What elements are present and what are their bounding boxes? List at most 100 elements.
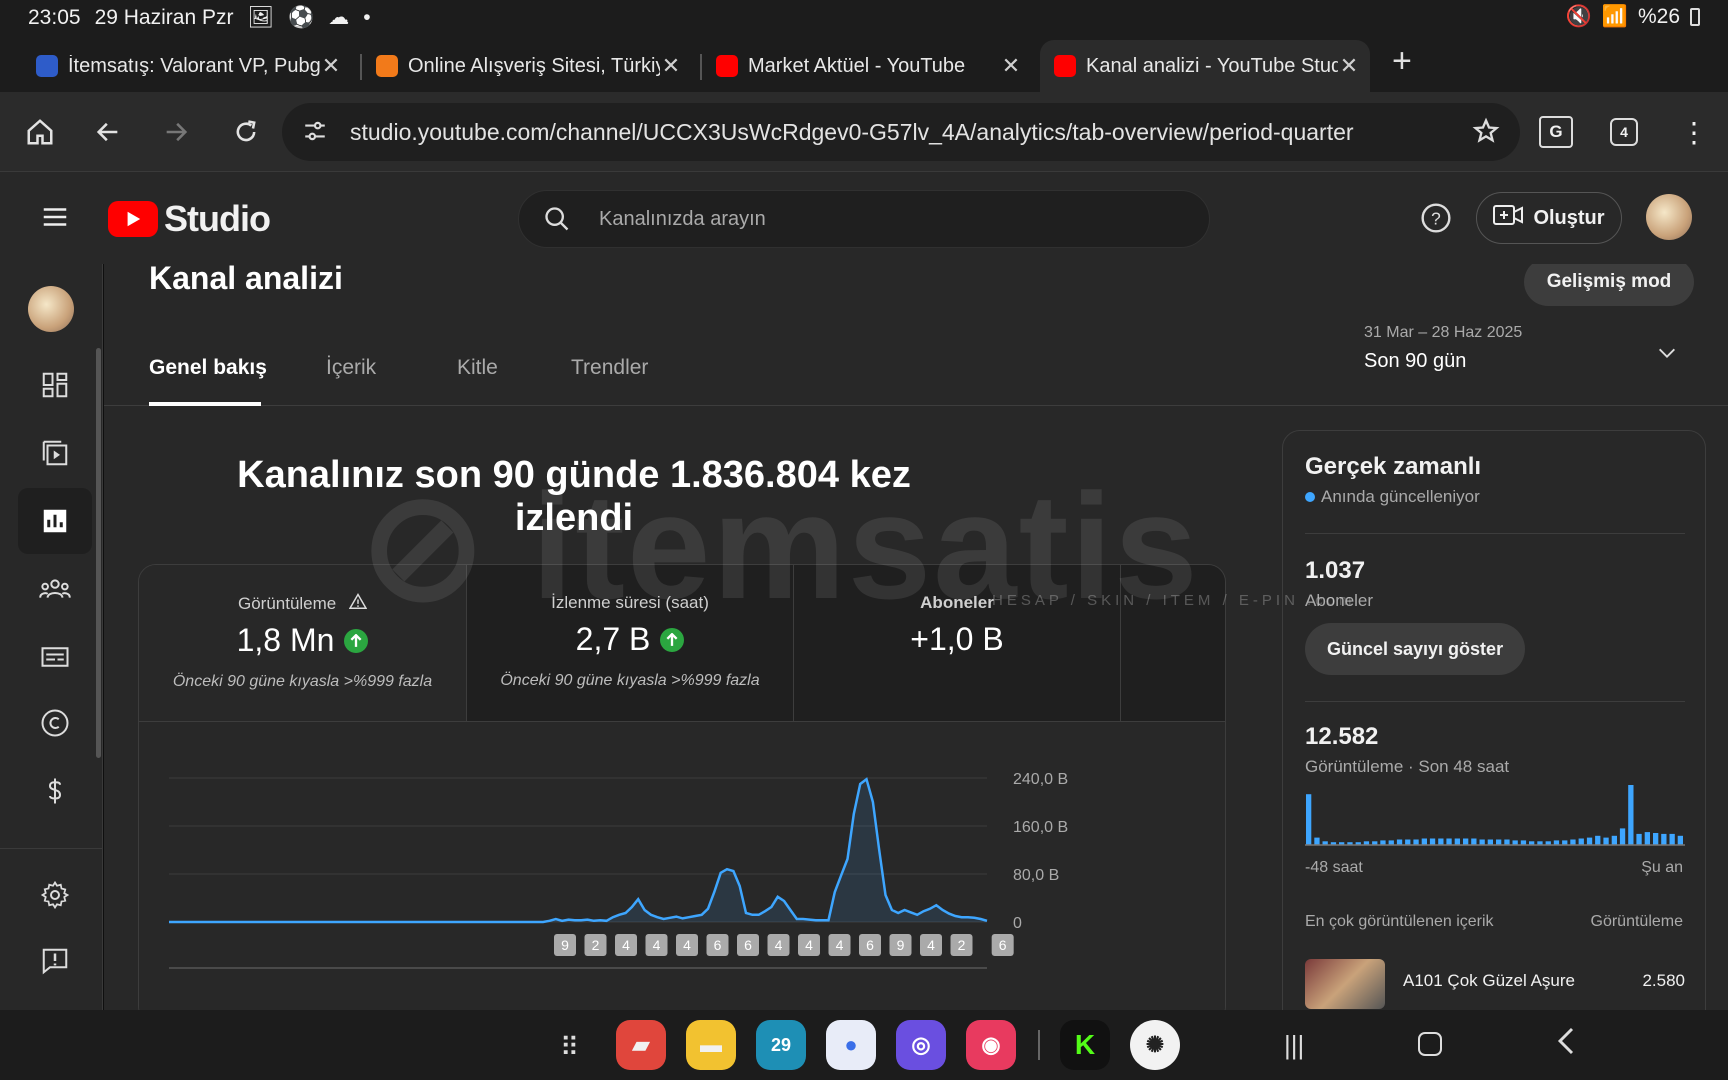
realtime-bar[interactable] — [1413, 839, 1419, 846]
home-nav-icon[interactable] — [1418, 1032, 1442, 1056]
realtime-bar[interactable] — [1479, 839, 1485, 846]
notes-app-icon[interactable]: ▰ — [616, 1020, 666, 1070]
upload-marker[interactable]: 6 — [991, 934, 1014, 956]
new-tab-plus-icon[interactable]: + — [1392, 42, 1412, 81]
back-nav-icon[interactable] — [1554, 1026, 1578, 1061]
upload-marker[interactable]: 4 — [676, 934, 698, 956]
account-avatar[interactable] — [1646, 194, 1692, 240]
realtime-bar[interactable] — [1661, 833, 1667, 845]
app-drawer-icon[interactable]: ⠿ — [560, 1032, 579, 1063]
upload-marker[interactable]: 4 — [828, 934, 851, 956]
realtime-bar[interactable] — [1595, 835, 1601, 845]
metric-subscribers[interactable]: Aboneler +1,0 B — [793, 565, 1120, 721]
realtime-bar[interactable] — [1421, 838, 1427, 846]
home-icon[interactable] — [20, 112, 60, 152]
upload-marker[interactable]: 6 — [706, 934, 729, 956]
upload-marker[interactable]: 4 — [767, 934, 790, 956]
realtime-bar[interactable] — [1471, 838, 1477, 846]
create-button[interactable]: Oluştur — [1476, 192, 1622, 244]
realtime-bar[interactable] — [1454, 838, 1460, 846]
content-icon[interactable] — [18, 420, 92, 486]
upload-marker[interactable]: 4 — [615, 934, 637, 956]
browser-tab[interactable]: Market Aktüel - YouTube ✕ — [702, 40, 1032, 92]
help-icon[interactable]: ? — [1420, 202, 1452, 239]
realtime-bar[interactable] — [1628, 785, 1634, 845]
camera-app-icon[interactable]: ◉ — [966, 1020, 1016, 1070]
upload-marker[interactable]: 6 — [737, 934, 759, 956]
forward-arrow-icon[interactable] — [156, 112, 196, 152]
close-tab-icon[interactable]: ✕ — [660, 53, 682, 79]
subtitles-icon[interactable] — [18, 624, 92, 690]
site-settings-icon[interactable] — [302, 118, 328, 149]
reload-icon[interactable] — [226, 112, 266, 152]
realtime-bar[interactable] — [1306, 794, 1312, 845]
chatgpt-app-icon[interactable]: ✺ — [1130, 1020, 1180, 1070]
realtime-bar[interactable] — [1314, 837, 1320, 845]
sidebar-scrollbar[interactable] — [96, 348, 101, 758]
hamburger-menu-icon[interactable] — [40, 202, 70, 237]
show-live-count-button[interactable]: Güncel sayıyı göster — [1305, 623, 1526, 675]
dashboard-icon[interactable] — [18, 352, 92, 418]
messages-app-icon[interactable]: ● — [826, 1020, 876, 1070]
tab-switcher-icon[interactable]: 4 — [1604, 112, 1644, 152]
browser-tab[interactable]: Online Alışveriş Sitesi, Türkiy ✕ — [362, 40, 692, 92]
close-tab-icon[interactable]: ✕ — [320, 53, 342, 79]
date-range-picker[interactable]: 31 Mar – 28 Haz 2025 Son 90 gün — [1364, 324, 1522, 373]
browser-tab-active[interactable]: Kanal analizi - YouTube Stud ✕ — [1040, 40, 1370, 92]
upload-marker[interactable]: 4 — [798, 934, 820, 956]
bookmark-star-icon[interactable] — [1472, 117, 1500, 150]
translate-icon[interactable]: G — [1536, 112, 1576, 152]
tab-overview[interactable]: Genel bakış — [149, 356, 267, 380]
chevron-down-icon[interactable] — [1656, 342, 1678, 369]
realtime-bar-chart[interactable] — [1305, 781, 1685, 851]
warning-icon[interactable] — [348, 593, 368, 613]
views-line-chart[interactable]: 240,0 B 160,0 B 80,0 B 0 9 2 4 4 4 6 6 4 4 4 6 9 4 2 6 — [139, 722, 1226, 1010]
community-icon[interactable] — [18, 556, 92, 622]
calendar-app-icon[interactable]: 29 — [756, 1020, 806, 1070]
realtime-bar[interactable] — [1586, 837, 1593, 845]
realtime-bar[interactable] — [1487, 839, 1493, 846]
address-bar[interactable]: studio.youtube.com/channel/UCCX3UsWcRdge… — [282, 103, 1520, 161]
realtime-bar[interactable] — [1446, 838, 1452, 846]
browser-app-icon[interactable]: ◎ — [896, 1020, 946, 1070]
realtime-bar[interactable] — [1653, 833, 1659, 845]
settings-gear-icon[interactable] — [18, 862, 92, 928]
upload-marker[interactable]: 4 — [920, 934, 942, 956]
metric-watch-time[interactable]: İzlenme süresi (saat) 2,7 B Önceki 90 gü… — [466, 565, 793, 721]
recents-nav-icon[interactable]: ||| — [1284, 1030, 1304, 1061]
earn-dollar-icon[interactable] — [18, 758, 92, 824]
files-app-icon[interactable]: ▬ — [686, 1020, 736, 1070]
feedback-icon[interactable] — [18, 928, 92, 994]
channel-avatar[interactable] — [28, 286, 74, 332]
upload-marker[interactable]: 9 — [889, 934, 912, 956]
channel-search-input[interactable]: Kanalınızda arayın — [518, 190, 1210, 248]
advanced-mode-button[interactable]: Gelişmiş mod — [1524, 264, 1694, 306]
close-tab-icon[interactable]: ✕ — [1000, 53, 1022, 79]
realtime-bar[interactable] — [1504, 839, 1510, 846]
upload-marker[interactable]: 2 — [584, 934, 607, 956]
url-text[interactable]: studio.youtube.com/channel/UCCX3UsWcRdge… — [350, 119, 1354, 146]
tab-trends[interactable]: Trendler — [571, 356, 648, 380]
realtime-bar[interactable] — [1578, 838, 1584, 846]
realtime-bar[interactable] — [1636, 833, 1642, 845]
browser-tab[interactable]: İtemsatış: Valorant VP, Pubg ✕ — [22, 40, 352, 92]
realtime-bar[interactable] — [1570, 839, 1576, 846]
back-arrow-icon[interactable] — [88, 112, 128, 152]
realtime-bar[interactable] — [1611, 835, 1617, 845]
analytics-icon[interactable] — [18, 488, 92, 554]
realtime-bar[interactable] — [1463, 838, 1469, 846]
realtime-bar[interactable] — [1396, 839, 1403, 846]
realtime-bar[interactable] — [1405, 839, 1411, 846]
tab-audience[interactable]: Kitle — [457, 356, 498, 380]
realtime-bar[interactable] — [1619, 828, 1626, 845]
realtime-bar[interactable] — [1677, 835, 1683, 845]
copyright-icon[interactable] — [18, 690, 92, 756]
realtime-bar[interactable] — [1669, 833, 1675, 845]
studio-logo[interactable]: Studio — [108, 198, 271, 240]
top-content-item[interactable]: A101 Çok Güzel Aşure 2.580 — [1305, 959, 1685, 1010]
upload-marker[interactable]: 4 — [645, 934, 668, 956]
realtime-bar[interactable] — [1429, 838, 1436, 846]
realtime-bar[interactable] — [1496, 839, 1502, 846]
upload-marker[interactable]: 9 — [554, 934, 576, 956]
realtime-bar[interactable] — [1603, 837, 1609, 845]
